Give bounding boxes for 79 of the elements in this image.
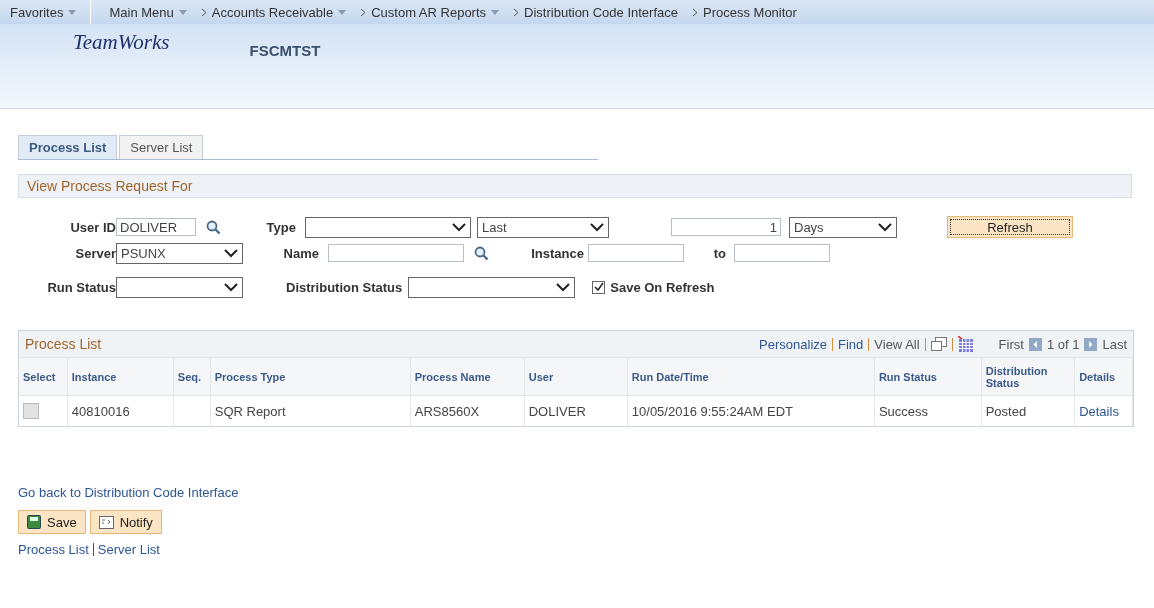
column-header: Details bbox=[1074, 357, 1133, 396]
table-cell: Posted bbox=[981, 395, 1075, 426]
grid-link[interactable]: View All bbox=[874, 336, 920, 352]
breadcrumb-link[interactable]: Distribution Code Interface bbox=[524, 4, 678, 20]
chevron-icon bbox=[692, 7, 698, 17]
breadcrumb-link[interactable]: Custom AR Reports bbox=[371, 4, 487, 20]
table-cell: DOLIVER bbox=[524, 395, 628, 426]
tab[interactable]: Process List bbox=[18, 135, 118, 159]
field-label: Distribution Status bbox=[286, 279, 403, 295]
field-label: User ID bbox=[69, 219, 116, 235]
refresh-button[interactable]: Refresh bbox=[947, 216, 1073, 238]
field-label: Server bbox=[74, 245, 116, 261]
column-header: Instance bbox=[67, 357, 174, 396]
column-header: Process Name bbox=[410, 357, 525, 396]
grid-link[interactable]: Find bbox=[838, 336, 864, 352]
chevron-icon bbox=[200, 7, 207, 17]
back-link[interactable]: Go back to Distribution Code Interface bbox=[18, 485, 1132, 500]
first-label: First bbox=[998, 336, 1024, 352]
search-icon[interactable] bbox=[206, 219, 221, 235]
breadcrumb-link[interactable]: Process Monitor bbox=[703, 4, 797, 20]
notify-button[interactable]: Notify bbox=[89, 510, 162, 534]
dropdown-caret-icon bbox=[338, 9, 347, 15]
field-label: to bbox=[712, 245, 726, 261]
server-select[interactable]: PSUNX bbox=[116, 242, 243, 264]
column-header: Run Status bbox=[874, 357, 982, 396]
breadcrumb-link[interactable]: Main Menu bbox=[109, 4, 174, 20]
column-header: Seq. bbox=[173, 357, 211, 396]
dropdown-caret-icon bbox=[68, 9, 77, 15]
chevron-icon bbox=[513, 7, 520, 17]
row-checkbox[interactable] bbox=[23, 403, 39, 420]
table-cell: Success bbox=[874, 395, 982, 426]
instance-field[interactable] bbox=[588, 244, 684, 262]
database-name: FSCMTST bbox=[249, 42, 321, 59]
footer-link[interactable]: Process List bbox=[18, 542, 89, 557]
unit-select[interactable]: Days bbox=[789, 216, 897, 238]
last-label: Last bbox=[1102, 336, 1127, 352]
table-cell: 10/05/2016 9:55:24AM EDT bbox=[627, 395, 875, 426]
chevron-icon bbox=[360, 7, 367, 17]
grid-title: Process List bbox=[25, 336, 102, 352]
tab[interactable]: Server List bbox=[119, 135, 204, 159]
previous-icon[interactable] bbox=[1028, 337, 1042, 351]
distribution-status-select[interactable] bbox=[408, 276, 576, 298]
column-header: Run Date/Time bbox=[627, 357, 875, 396]
grid-link[interactable]: Personalize bbox=[759, 336, 827, 352]
details-link[interactable]: Details bbox=[1079, 403, 1119, 419]
checkbox[interactable] bbox=[592, 280, 606, 294]
next-icon[interactable] bbox=[1084, 337, 1098, 351]
spreadsheet-icon[interactable] bbox=[957, 335, 974, 353]
table-cell: ARS8560X bbox=[410, 395, 525, 426]
field-label: Type bbox=[265, 219, 296, 235]
column-header: Process Type bbox=[210, 357, 411, 396]
section-header: View Process Request For bbox=[18, 174, 1132, 198]
logo: TeamWorks bbox=[73, 30, 170, 55]
column-header: Distribution Status bbox=[981, 357, 1075, 396]
count-field[interactable]: 1 bbox=[671, 218, 781, 236]
breadcrumb-link[interactable]: Favorites bbox=[10, 4, 64, 20]
search-icon[interactable] bbox=[474, 245, 489, 261]
breadcrumb-link[interactable]: Accounts Receivable bbox=[211, 4, 334, 20]
field-label: Instance bbox=[530, 245, 584, 261]
period-select[interactable]: Last bbox=[477, 216, 609, 238]
dropdown-caret-icon bbox=[491, 9, 500, 15]
user-id-field[interactable]: DOLIVER bbox=[116, 218, 196, 236]
field-label: Name bbox=[282, 245, 319, 261]
footer-link[interactable]: Server List bbox=[97, 542, 160, 557]
table-cell: SQR Report bbox=[210, 395, 411, 426]
column-header: User bbox=[524, 357, 628, 396]
instance-to-field[interactable] bbox=[734, 244, 830, 262]
field-label: Run Status bbox=[46, 279, 116, 295]
type-select[interactable] bbox=[305, 216, 471, 238]
new-window-icon[interactable] bbox=[930, 337, 947, 351]
run-status-select[interactable] bbox=[116, 276, 243, 298]
table-cell: 40810016 bbox=[67, 395, 174, 426]
name-field[interactable] bbox=[328, 244, 464, 262]
save-button[interactable]: Save bbox=[18, 510, 86, 534]
notify-icon bbox=[98, 515, 114, 529]
page-range: 1 of 1 bbox=[1046, 336, 1080, 352]
column-header: Select bbox=[19, 357, 68, 396]
checkbox-label: Save On Refresh bbox=[610, 279, 715, 295]
dropdown-caret-icon bbox=[178, 9, 187, 15]
